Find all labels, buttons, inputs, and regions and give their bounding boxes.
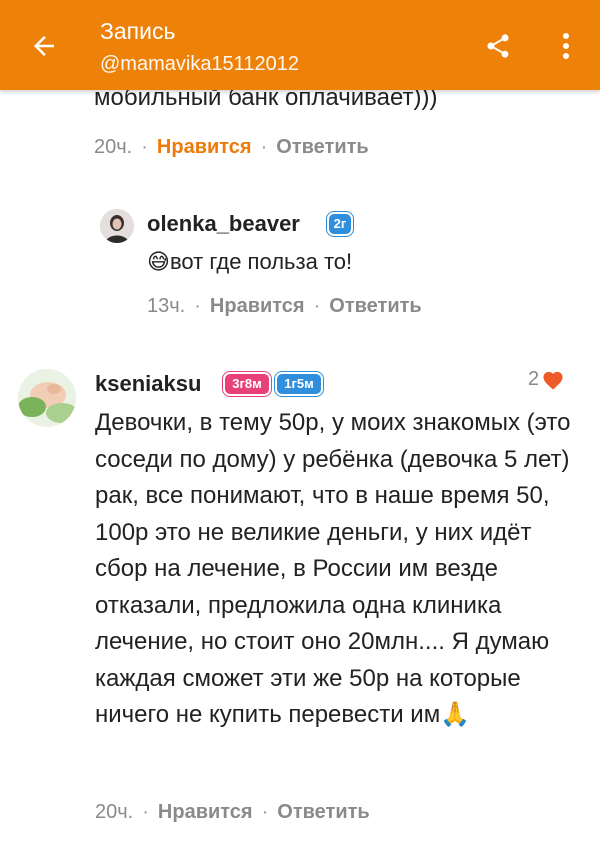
reply-button[interactable]: Ответить	[329, 295, 421, 317]
meta-separator: ·	[313, 295, 321, 317]
comment-time: 13ч.	[147, 295, 186, 317]
comment-time: 20ч.	[94, 136, 133, 158]
avatar-photo-icon	[18, 369, 76, 427]
reply-button[interactable]: Ответить	[277, 801, 369, 823]
app-bar: Запись @mamavika15112012	[0, 0, 600, 90]
emoji: 🙏	[440, 701, 471, 728]
comment-text: Девочки, в тему 50р, у моих знакомых (эт…	[95, 409, 571, 728]
meta-separator: ·	[142, 801, 149, 823]
membership-badge: 2г	[329, 214, 351, 234]
share-icon	[487, 34, 509, 58]
page-title: Запись	[100, 18, 176, 44]
reply-button[interactable]: Ответить	[276, 136, 368, 158]
share-button[interactable]	[478, 26, 518, 66]
membership-badge: 3г8м	[225, 374, 269, 394]
likes-counter[interactable]: 2	[528, 368, 564, 391]
avatar[interactable]	[100, 209, 134, 243]
comment-meta: 20ч. · Нравится · Ответить	[95, 798, 370, 826]
meta-separator: ·	[260, 136, 268, 158]
meta-separator: ·	[141, 136, 148, 158]
comment-author[interactable]: kseniaksu	[95, 370, 201, 398]
page-subtitle: @mamavika15112012	[100, 53, 299, 75]
comment-text: 😅вот где польза то!	[147, 249, 353, 274]
more-options-button[interactable]	[548, 26, 584, 66]
avatar[interactable]	[18, 369, 76, 427]
meta-separator: ·	[261, 801, 269, 823]
comment-time: 20ч.	[95, 801, 134, 823]
back-button[interactable]	[22, 24, 66, 68]
like-button[interactable]: Нравится	[210, 295, 305, 317]
comment-author[interactable]: olenka_beaver	[147, 210, 300, 238]
comment-meta: 13ч. · Нравится · Ответить	[147, 292, 422, 320]
emoji: 😅	[147, 249, 170, 274]
heart-icon	[543, 371, 563, 390]
like-button[interactable]: Нравится	[158, 801, 253, 823]
meta-separator: ·	[194, 295, 201, 317]
membership-badge: 1г5м	[277, 374, 321, 394]
arrow-back-icon	[34, 36, 54, 56]
avatar-photo-icon	[100, 209, 134, 243]
like-button[interactable]: Нравится	[157, 136, 252, 158]
more-vert-icon	[563, 33, 569, 59]
likes-count: 2	[528, 368, 540, 390]
comment-meta: 20ч. · Нравится · Ответить	[94, 133, 369, 161]
